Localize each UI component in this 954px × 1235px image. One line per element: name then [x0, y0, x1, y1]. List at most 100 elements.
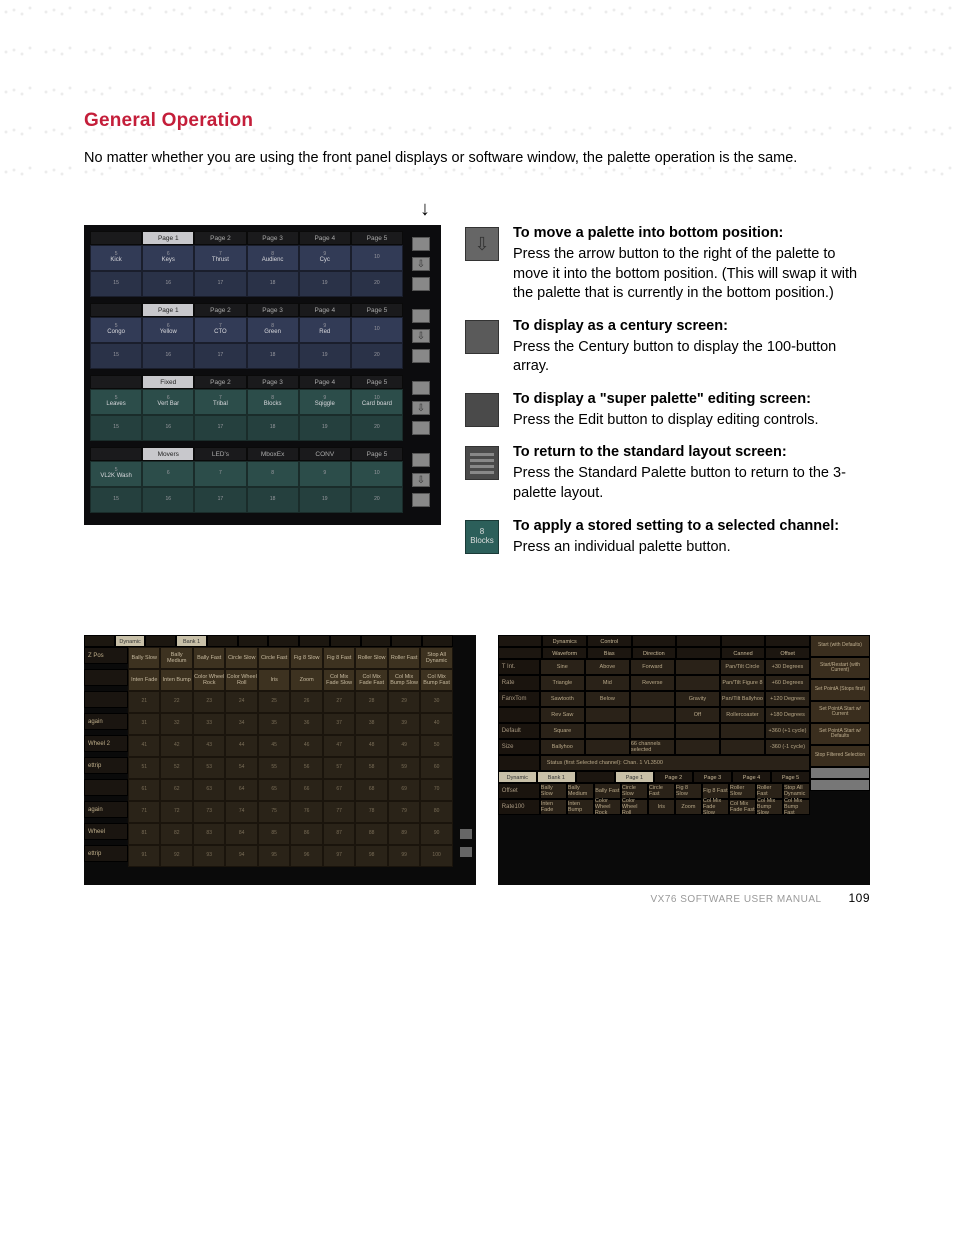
edit-button[interactable] — [412, 493, 430, 507]
century-button[interactable]: 41 — [128, 735, 160, 757]
century-button[interactable]: 70 — [420, 779, 452, 801]
dynamic-button[interactable]: Iris — [648, 799, 675, 815]
side-button[interactable] — [460, 847, 472, 857]
century-button[interactable]: 40 — [420, 713, 452, 735]
palette-button[interactable]: 8Green — [247, 317, 299, 343]
side-button[interactable] — [810, 767, 870, 779]
century-button[interactable]: 88 — [355, 823, 387, 845]
century-button[interactable]: Bally Fast — [193, 647, 225, 669]
option-button[interactable]: 66 channels selected — [630, 739, 675, 755]
option-button[interactable]: Square — [540, 723, 585, 739]
century-button[interactable] — [412, 453, 430, 467]
option-button[interactable]: +60 Degrees — [765, 675, 810, 691]
action-button[interactable]: Start (with Defaults) — [810, 635, 870, 657]
action-button[interactable]: Set PointA (Stops first) — [810, 679, 870, 701]
century-button[interactable]: 24 — [225, 691, 257, 713]
palette-button[interactable]: 18 — [247, 415, 299, 441]
century-button[interactable]: 59 — [388, 757, 420, 779]
century-button[interactable]: 58 — [355, 757, 387, 779]
century-button[interactable]: 44 — [225, 735, 257, 757]
century-button[interactable]: Fig 8 Fast — [323, 647, 355, 669]
move-down-button[interactable]: ⇩ — [412, 473, 430, 487]
century-button[interactable]: 78 — [355, 801, 387, 823]
century-button[interactable]: 75 — [258, 801, 290, 823]
palette-button[interactable]: 7 — [194, 461, 246, 487]
century-button[interactable]: 33 — [193, 713, 225, 735]
palette-button[interactable]: 8Blocks — [247, 389, 299, 415]
century-button[interactable] — [412, 237, 430, 251]
century-button[interactable]: 92 — [160, 845, 192, 867]
palette-tab[interactable] — [90, 375, 142, 389]
palette-tab[interactable]: Page 4 — [299, 375, 351, 389]
palette-tab[interactable]: Page 4 — [299, 231, 351, 245]
palette-tab[interactable]: Page 5 — [351, 303, 403, 317]
option-button[interactable] — [630, 707, 675, 723]
move-down-button[interactable]: ⇩ — [412, 401, 430, 415]
bank-tab[interactable] — [299, 635, 330, 647]
dynamic-button[interactable]: Inten Fade — [540, 799, 567, 815]
option-button[interactable] — [585, 739, 630, 755]
action-button[interactable]: Stop Filtered Selection — [810, 745, 870, 767]
edit-button[interactable] — [412, 421, 430, 435]
century-button[interactable]: 27 — [323, 691, 355, 713]
century-button[interactable]: 31 — [128, 713, 160, 735]
bottom-tab[interactable] — [576, 771, 615, 783]
palette-button[interactable]: 6Keys — [142, 245, 194, 271]
century-button[interactable]: 74 — [225, 801, 257, 823]
header-tab[interactable]: Control — [587, 635, 632, 647]
palette-button[interactable]: 6Vert Bar — [142, 389, 194, 415]
palette-button[interactable]: 19 — [299, 487, 351, 513]
century-button[interactable]: 57 — [323, 757, 355, 779]
palette-tab[interactable]: Page 3 — [247, 303, 299, 317]
century-button[interactable]: 49 — [388, 735, 420, 757]
palette-tab[interactable]: Page 4 — [299, 303, 351, 317]
century-button[interactable]: 85 — [258, 823, 290, 845]
century-button[interactable]: Bally Slow — [128, 647, 160, 669]
option-button[interactable]: Reverse — [630, 675, 675, 691]
palette-button[interactable]: 18 — [247, 271, 299, 297]
century-button[interactable]: 39 — [388, 713, 420, 735]
header-tab[interactable] — [721, 635, 766, 647]
century-button[interactable]: 100 — [420, 845, 452, 867]
bottom-tab[interactable]: Bank 1 — [537, 771, 576, 783]
palette-button[interactable]: 15 — [90, 415, 142, 441]
option-button[interactable] — [720, 739, 765, 755]
option-button[interactable] — [675, 675, 720, 691]
century-button[interactable]: 80 — [420, 801, 452, 823]
palette-tab[interactable]: Page 5 — [351, 447, 403, 461]
palette-button[interactable]: 5Kick — [90, 245, 142, 271]
option-button[interactable]: Mid — [585, 675, 630, 691]
century-button[interactable]: 71 — [128, 801, 160, 823]
century-button[interactable]: 95 — [258, 845, 290, 867]
century-button[interactable]: 62 — [160, 779, 192, 801]
century-button[interactable]: 93 — [193, 845, 225, 867]
edit-button[interactable] — [412, 349, 430, 363]
century-button[interactable]: 73 — [193, 801, 225, 823]
century-button[interactable]: Stop All Dynamic — [420, 647, 452, 669]
option-button[interactable]: Pan/Tilt Ballyhoo — [720, 691, 765, 707]
century-button[interactable]: 37 — [323, 713, 355, 735]
dynamic-button[interactable]: Bally Fast — [594, 783, 621, 799]
palette-tab[interactable]: Page 1 — [142, 231, 194, 245]
century-button[interactable]: 30 — [420, 691, 452, 713]
century-button[interactable]: 63 — [193, 779, 225, 801]
century-button[interactable]: 94 — [225, 845, 257, 867]
palette-button[interactable]: 17 — [194, 343, 246, 369]
palette-button[interactable]: 10 — [351, 245, 403, 271]
dynamic-button[interactable]: Circle Slow — [621, 783, 648, 799]
palette-button[interactable]: 17 — [194, 487, 246, 513]
century-button[interactable]: 77 — [323, 801, 355, 823]
palette-tab[interactable]: Page 3 — [247, 231, 299, 245]
palette-tab[interactable]: Page 3 — [247, 375, 299, 389]
dynamic-button[interactable]: Col Mix Fade Slow — [702, 799, 729, 815]
dynamic-button[interactable]: Color Wheel Rock — [594, 799, 621, 815]
palette-tab[interactable]: MboxEx — [247, 447, 299, 461]
option-button[interactable]: Pan/Tilt Circle — [720, 659, 765, 675]
option-button[interactable] — [675, 739, 720, 755]
dynamic-button[interactable]: Fig 8 Fast — [702, 783, 729, 799]
palette-button[interactable]: 19 — [299, 343, 351, 369]
option-button[interactable]: Forward — [630, 659, 675, 675]
palette-tab[interactable]: CONV — [299, 447, 351, 461]
bank-tab[interactable] — [238, 635, 269, 647]
palette-button[interactable]: 8 — [247, 461, 299, 487]
